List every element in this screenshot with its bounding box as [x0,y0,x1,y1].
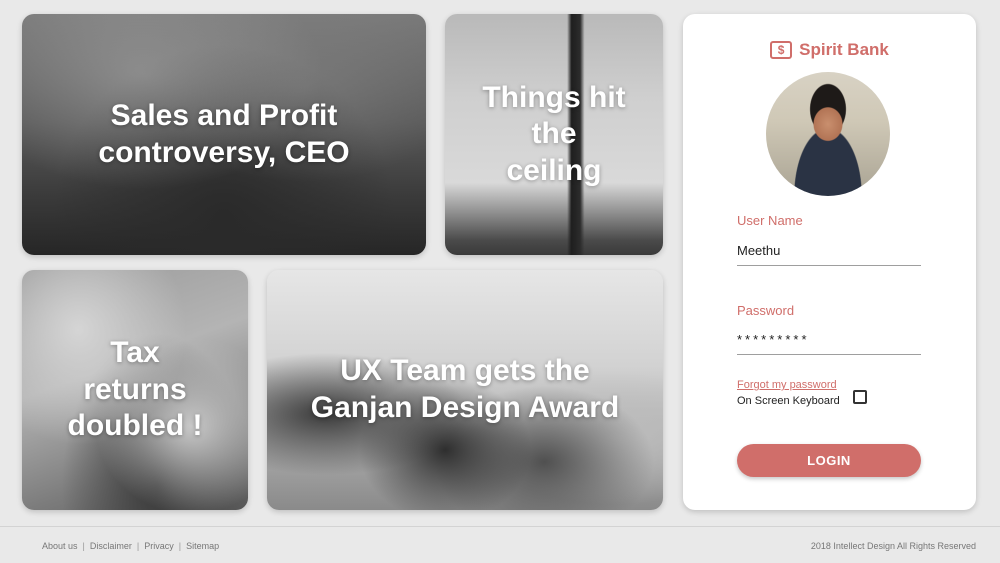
copyright-text: 2018 Intellect Design All Rights Reserve… [810,541,976,551]
footer-links: About us | Disclaimer | Privacy | Sitema… [42,541,219,551]
news-tile-sales-profit[interactable]: Sales and Profit controversy, CEO [22,14,426,255]
forgot-password-link[interactable]: Forgot my password [737,379,837,391]
dollar-bill-icon: $ [770,41,793,59]
avatar [766,72,890,196]
login-button[interactable]: LOGIN [737,444,921,477]
on-screen-keyboard-checkbox[interactable] [853,390,867,404]
news-tile-tax-returns[interactable]: Tax returns doubled ! [22,270,248,510]
news-tile-caption: Tax returns doubled ! [67,336,203,443]
username-field[interactable] [737,236,921,266]
news-tile-caption: Sales and Profit controversy, CEO [98,98,350,169]
news-tile-ceiling[interactable]: Things hit the ceiling [445,14,663,255]
footer-link-sitemap[interactable]: Sitemap [186,541,219,551]
footer-link-about[interactable]: About us [42,541,78,551]
footer-link-privacy[interactable]: Privacy [144,541,174,551]
footer-separator: | [178,541,182,551]
password-field[interactable] [737,325,921,355]
password-label: Password [737,303,795,318]
footer-separator: | [82,541,85,551]
news-tile-caption: UX Team gets the Ganjan Design Award [310,354,620,424]
news-tile-caption: Things hit the ceiling [482,80,626,187]
news-tile-ux-award[interactable]: UX Team gets the Ganjan Design Award [267,270,663,510]
on-screen-keyboard-label: On Screen Keyboard [737,395,840,407]
footer-separator: | [136,541,140,551]
footer-link-disclaimer[interactable]: Disclaimer [90,541,132,551]
login-card: $ Spirit Bank User Name Password Forgot … [683,14,976,510]
brand-name: Spirit Bank [799,40,889,59]
brand-logo: $ Spirit Bank [683,40,976,60]
footer: About us | Disclaimer | Privacy | Sitema… [0,526,1000,563]
username-label: User Name [737,213,803,228]
